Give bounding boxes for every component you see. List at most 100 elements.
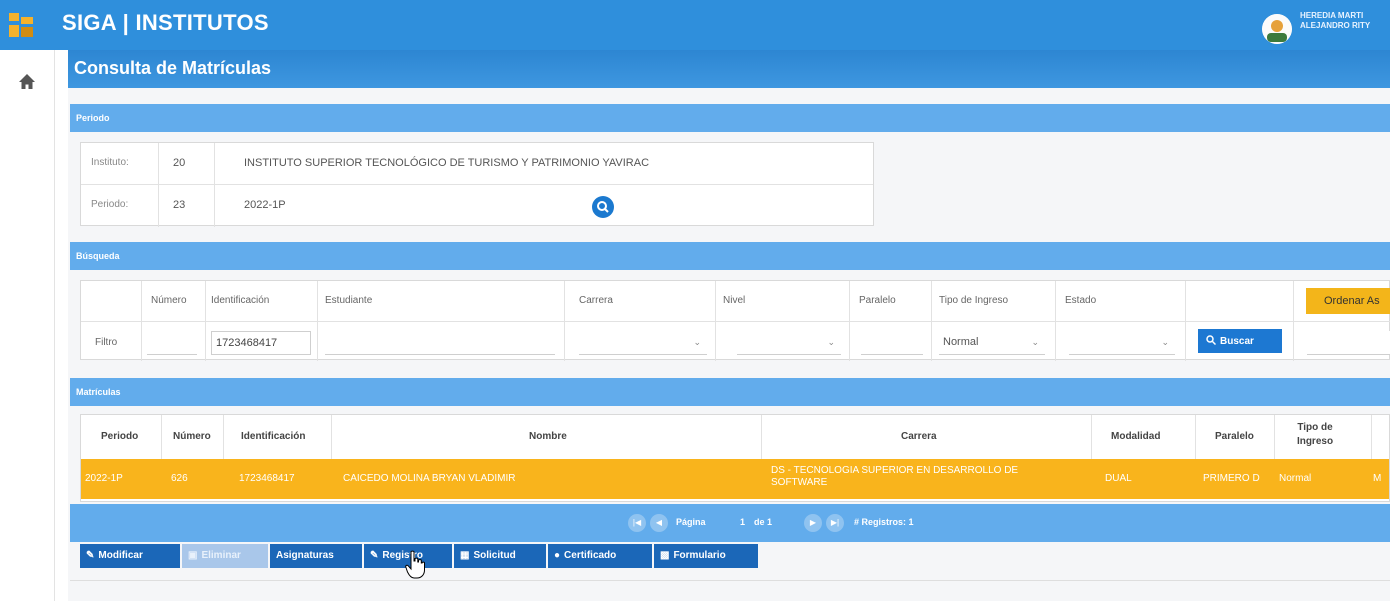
sidebar xyxy=(0,50,55,601)
cell-periodo: 2022-1P xyxy=(85,473,123,484)
nivel-filter-select[interactable]: ⌄ xyxy=(737,331,841,355)
matriculas-table: Periodo Número Identificación Nombre Car… xyxy=(80,414,1390,502)
busqueda-table: Número Identificación Estudiante Carrera… xyxy=(80,280,1390,361)
busqueda-section-title: Búsqueda xyxy=(76,251,120,261)
app-logo-icon xyxy=(9,13,33,37)
divider xyxy=(158,143,159,185)
divider xyxy=(161,415,162,459)
modificar-button[interactable]: ✎ Modificar xyxy=(80,544,180,568)
header-paralelo: Paralelo xyxy=(859,295,896,306)
divider xyxy=(1091,415,1092,459)
search-icon xyxy=(597,201,609,213)
identificacion-filter-input[interactable]: 1723468417 xyxy=(211,331,311,355)
divider xyxy=(223,415,224,459)
formulario-button[interactable]: ▩ Formulario xyxy=(654,544,758,568)
solicitud-button[interactable]: ▦ Solicitud xyxy=(454,544,546,568)
card-icon: ▦ xyxy=(460,550,470,561)
divider xyxy=(158,185,159,227)
cell-numero: 626 xyxy=(171,473,188,484)
header-estado: Estado xyxy=(1065,295,1097,306)
tipo-ingreso-selected: Normal xyxy=(943,336,979,348)
document-icon: ▩ xyxy=(660,550,670,561)
chevron-down-icon: ⌄ xyxy=(693,337,701,347)
header-carrera: Carrera xyxy=(579,295,613,306)
cell-identificacion: 1723468417 xyxy=(239,473,295,484)
divider xyxy=(70,580,1390,581)
circle-icon: ● xyxy=(554,550,561,561)
page-title: Consulta de Matrículas xyxy=(74,58,272,78)
cell-tipo-ingreso: Normal xyxy=(1279,473,1312,484)
chevron-down-icon: ⌄ xyxy=(1161,337,1169,347)
prev-page-icon[interactable]: ◀ xyxy=(650,514,668,532)
periodo-table: Instituto: 20 INSTITUTO SUPERIOR TECNOLÓ… xyxy=(80,142,874,227)
pencil-icon: ✎ xyxy=(86,550,95,561)
col-identificacion: Identificación xyxy=(241,431,306,442)
periodo-code: 23 xyxy=(173,199,186,211)
instituto-code: 20 xyxy=(173,157,186,169)
page-label: Página xyxy=(676,517,706,527)
divider xyxy=(214,143,215,185)
user-avatar[interactable] xyxy=(1262,14,1292,44)
records-count: # Registros: 1 xyxy=(854,517,914,527)
eliminar-button[interactable]: ▣ Eliminar xyxy=(182,544,268,568)
divider xyxy=(1371,415,1372,459)
divider xyxy=(214,185,215,227)
buscar-button[interactable]: Buscar xyxy=(1198,329,1282,353)
user-name[interactable]: HEREDIA MARTI ALEJANDRO RITY xyxy=(1300,11,1390,31)
instituto-label: Instituto: xyxy=(91,157,129,168)
asignaturas-button[interactable]: Asignaturas xyxy=(270,544,362,568)
pagination-bar: |◀ ◀ Página 1 de 1 ▶ ▶| # Registros: 1 xyxy=(70,504,1390,542)
estado-filter-select[interactable]: ⌄ xyxy=(1069,331,1175,355)
carrera-filter-select[interactable]: ⌄ xyxy=(579,331,707,355)
order-input[interactable] xyxy=(1307,331,1390,355)
page-input[interactable]: 1 xyxy=(710,514,750,532)
divider xyxy=(761,415,762,459)
divider xyxy=(1195,415,1196,459)
col-modalidad: Modalidad xyxy=(1111,431,1161,442)
col-nombre: Nombre xyxy=(529,431,567,442)
asignaturas-label: Asignaturas xyxy=(276,550,334,561)
page-of-label: de 1 xyxy=(754,517,773,527)
cell-paralelo: PRIMERO D xyxy=(1203,473,1260,484)
certificado-label: Certificado xyxy=(564,550,617,561)
last-page-icon[interactable]: ▶| xyxy=(826,514,844,532)
trash-icon: ▣ xyxy=(188,550,198,561)
divider xyxy=(81,321,1390,322)
matriculas-section-title: Matrículas xyxy=(76,387,121,397)
page-value: 1 xyxy=(740,517,746,527)
periodo-value: 2022-1P xyxy=(244,199,286,211)
periodo-section-header: Periodo xyxy=(70,104,1390,132)
busqueda-section-header: Búsqueda xyxy=(70,242,1390,270)
col-numero: Número xyxy=(173,431,211,442)
header-estudiante: Estudiante xyxy=(325,295,373,306)
certificado-button[interactable]: ● Certificado xyxy=(548,544,652,568)
col-tipo-ingreso: Tipo de Ingreso xyxy=(1296,422,1334,447)
header-identificacion: Identificación xyxy=(211,295,270,306)
tipo-ingreso-filter-select[interactable]: Normal ⌄ xyxy=(939,331,1045,355)
eliminar-label: Eliminar xyxy=(201,550,241,561)
hand-cursor-icon xyxy=(405,550,425,579)
table-row[interactable]: 2022-1P 626 1723468417 CAICEDO MOLINA BR… xyxy=(81,459,1389,499)
chevron-down-icon: ⌄ xyxy=(1031,337,1039,347)
divider xyxy=(331,415,332,459)
buscar-label: Buscar xyxy=(1220,336,1254,347)
paralelo-filter-input[interactable] xyxy=(861,331,923,355)
top-bar: SIGA | INSTITUTOS HEREDIA MARTI ALEJANDR… xyxy=(0,0,1390,50)
numero-filter-input[interactable] xyxy=(147,331,197,355)
next-page-icon[interactable]: ▶ xyxy=(804,514,822,532)
cell-nombre: CAICEDO MOLINA BRYAN VLADIMIR xyxy=(343,473,516,484)
first-page-icon[interactable]: |◀ xyxy=(628,514,646,532)
header-nivel: Nivel xyxy=(723,295,746,306)
cell-carrera: DS - TECNOLOGIA SUPERIOR EN DESARROLLO D… xyxy=(771,465,1019,488)
matriculas-section-header: Matrículas xyxy=(70,378,1390,406)
col-paralelo: Paralelo xyxy=(1215,431,1254,442)
col-carrera: Carrera xyxy=(901,431,937,442)
periodo-section-title: Periodo xyxy=(76,113,110,123)
solicitud-label: Solicitud xyxy=(473,550,516,561)
divider xyxy=(1274,415,1275,459)
estudiante-filter-input[interactable] xyxy=(325,331,555,355)
home-icon[interactable] xyxy=(17,72,37,92)
ordenar-button[interactable]: Ordenar As xyxy=(1306,288,1390,314)
col-periodo: Periodo xyxy=(101,431,139,442)
periodo-search-button[interactable] xyxy=(592,196,614,218)
